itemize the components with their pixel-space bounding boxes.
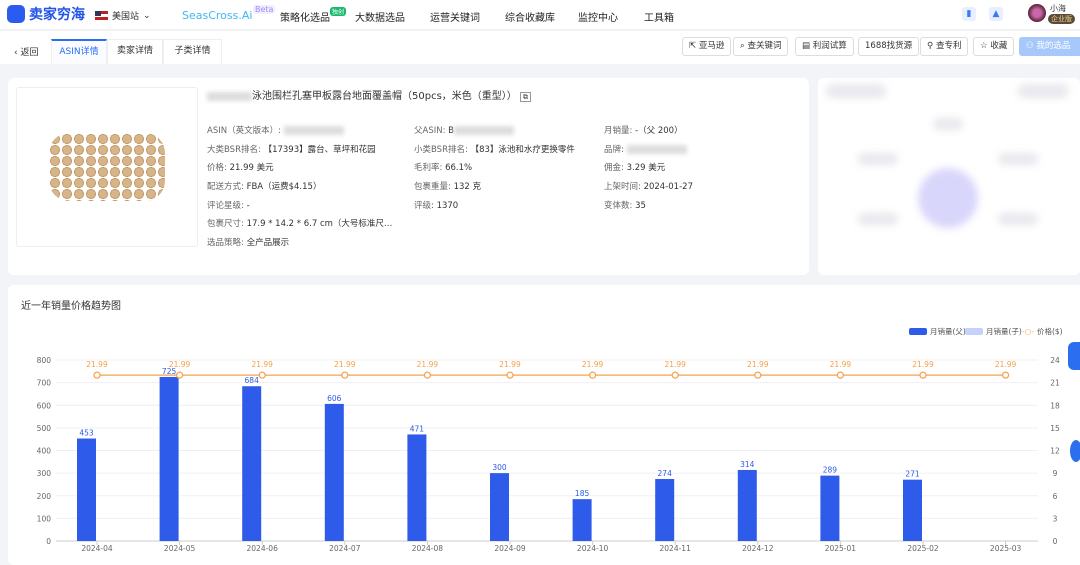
y-tick-label: 500 bbox=[37, 424, 52, 433]
price-point bbox=[93, 371, 101, 379]
price-point bbox=[1001, 371, 1010, 379]
bar-label: 271 bbox=[905, 470, 920, 479]
bar bbox=[820, 475, 840, 541]
price-label: 21.99 bbox=[664, 360, 686, 369]
price-label: 21.99 bbox=[499, 360, 521, 369]
bar-label: 606 bbox=[327, 394, 342, 403]
sales-price-chart: 0 100 200 300 400 500 600 700 800 0 3 6 9 12 15 18 21 24 2… bbox=[37, 356, 1060, 553]
bar-label: 289 bbox=[823, 466, 838, 475]
float-help-button[interactable] bbox=[1070, 440, 1080, 462]
bar-label: 185 bbox=[575, 489, 590, 498]
price-label: 21.99 bbox=[582, 360, 604, 369]
x-tick-label: 2024-12 bbox=[742, 544, 774, 553]
y-tick-label: 600 bbox=[37, 401, 52, 410]
bar bbox=[490, 473, 509, 541]
price-label: 21.99 bbox=[334, 360, 356, 369]
y2-tick-label: 15 bbox=[1050, 424, 1060, 433]
y2-tick-label: 3 bbox=[1053, 514, 1058, 523]
bar-label: 453 bbox=[79, 429, 94, 438]
y-tick-label: 800 bbox=[37, 356, 52, 365]
bar bbox=[159, 376, 179, 541]
x-tick-label: 2024-06 bbox=[247, 544, 279, 553]
bar-label: 274 bbox=[658, 469, 673, 478]
price-label: 21.99 bbox=[169, 360, 191, 369]
bar-label: 471 bbox=[410, 424, 425, 433]
y2-tick-label: 18 bbox=[1050, 401, 1060, 410]
price-label: 21.99 bbox=[251, 360, 273, 369]
price-point bbox=[176, 371, 184, 379]
price-point bbox=[423, 371, 431, 379]
price-point bbox=[671, 371, 679, 379]
y-tick-label: 300 bbox=[37, 469, 52, 478]
x-tick-label: 2025-02 bbox=[907, 544, 939, 553]
price-point bbox=[258, 371, 266, 379]
y2-tick-label: 9 bbox=[1053, 469, 1058, 478]
y2-tick-label: 0 bbox=[1053, 537, 1058, 546]
bar-label: 300 bbox=[492, 463, 507, 472]
x-tick-label: 2025-01 bbox=[825, 544, 857, 553]
bar bbox=[324, 403, 344, 541]
bar bbox=[903, 479, 922, 541]
y-tick-label: 400 bbox=[37, 447, 52, 456]
x-tick-label: 2025-03 bbox=[990, 544, 1022, 553]
y-tick-label: 0 bbox=[46, 537, 51, 546]
price-label: 21.99 bbox=[86, 360, 108, 369]
float-button[interactable] bbox=[1068, 342, 1080, 370]
price-label: 21.99 bbox=[912, 360, 934, 369]
x-tick-label: 2024-05 bbox=[164, 544, 196, 553]
bar bbox=[407, 434, 427, 541]
y2-tick-label: 21 bbox=[1050, 379, 1060, 388]
bar-label: 314 bbox=[740, 460, 755, 469]
price-point bbox=[754, 371, 762, 379]
bar bbox=[572, 499, 592, 541]
price-point bbox=[506, 371, 514, 379]
bar bbox=[737, 469, 757, 541]
x-tick-label: 2024-08 bbox=[412, 544, 444, 553]
x-tick-label: 2024-11 bbox=[660, 544, 692, 553]
y2-tick-label: 12 bbox=[1050, 447, 1060, 456]
x-tick-label: 2024-04 bbox=[81, 544, 113, 553]
y-tick-label: 100 bbox=[37, 514, 52, 523]
bar bbox=[242, 386, 262, 541]
price-label: 21.99 bbox=[417, 360, 439, 369]
price-label: 21.99 bbox=[995, 360, 1017, 369]
bar-label: 684 bbox=[245, 376, 260, 385]
bar bbox=[655, 479, 675, 541]
price-label: 21.99 bbox=[747, 360, 769, 369]
price-point bbox=[588, 371, 597, 379]
y-tick-label: 200 bbox=[37, 492, 52, 501]
price-label: 21.99 bbox=[830, 360, 852, 369]
bar bbox=[77, 438, 96, 541]
y2-tick-label: 24 bbox=[1050, 356, 1060, 365]
x-tick-label: 2024-10 bbox=[577, 544, 609, 553]
price-point bbox=[919, 371, 927, 379]
y2-tick-label: 6 bbox=[1053, 492, 1058, 501]
x-tick-label: 2024-09 bbox=[494, 544, 526, 553]
x-tick-label: 2024-07 bbox=[329, 544, 361, 553]
y-tick-label: 700 bbox=[37, 379, 52, 388]
price-point bbox=[836, 371, 845, 379]
price-point bbox=[341, 371, 349, 379]
